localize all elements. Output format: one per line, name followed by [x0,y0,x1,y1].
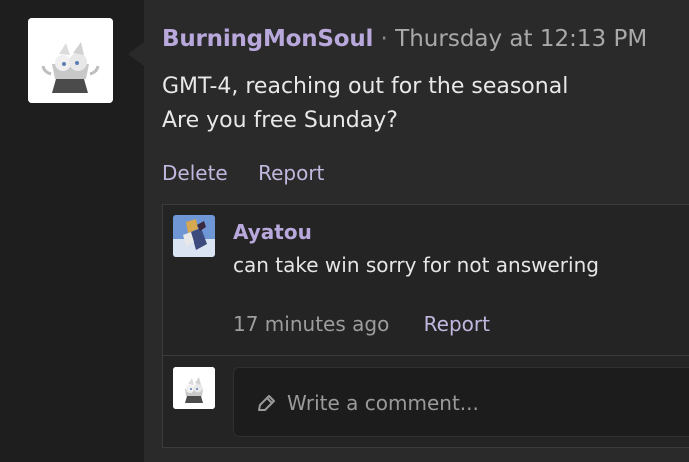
post-body-line: Are you free Sunday? [162,108,398,133]
comment-timestamp[interactable]: 17 minutes ago [233,312,389,336]
post-actions: Delete Report [162,158,348,188]
post-header: BurningMonSoul · Thursday at 12:13 PM [162,24,647,54]
header-separator: · [380,26,388,52]
comment-text: can take win sorry for not answering [233,253,599,277]
pencil-icon [258,395,275,411]
comment-input[interactable]: Write a comment... [233,367,689,437]
report-post-button[interactable]: Report [258,161,324,185]
comment-meta: 17 minutes ago Report [233,309,490,339]
comments-section: Ayatou can take win sorry for not answer… [162,204,689,448]
anime-character-icon [173,215,215,257]
post-body-line: GMT-4, reaching out for the seasonal [162,74,569,99]
post-body: GMT-4, reaching out for the seasonal Are… [162,70,568,138]
white-creature-icon [173,367,215,409]
comment-author-avatar[interactable] [173,215,215,257]
comment-author[interactable]: Ayatou [233,219,312,245]
post-timestamp[interactable]: Thursday at 12:13 PM [395,26,647,52]
composer-avatar[interactable] [173,367,215,409]
report-comment-button[interactable]: Report [424,312,490,336]
comments-divider [163,355,689,356]
white-creature-icon [28,18,113,103]
delete-button[interactable]: Delete [162,161,228,185]
speech-pointer [128,42,144,66]
forum-page: BurningMonSoul · Thursday at 12:13 PM GM… [0,0,689,462]
comment-input-placeholder: Write a comment... [287,391,479,415]
post-author-avatar[interactable] [28,18,113,103]
post-username[interactable]: BurningMonSoul [162,26,373,52]
